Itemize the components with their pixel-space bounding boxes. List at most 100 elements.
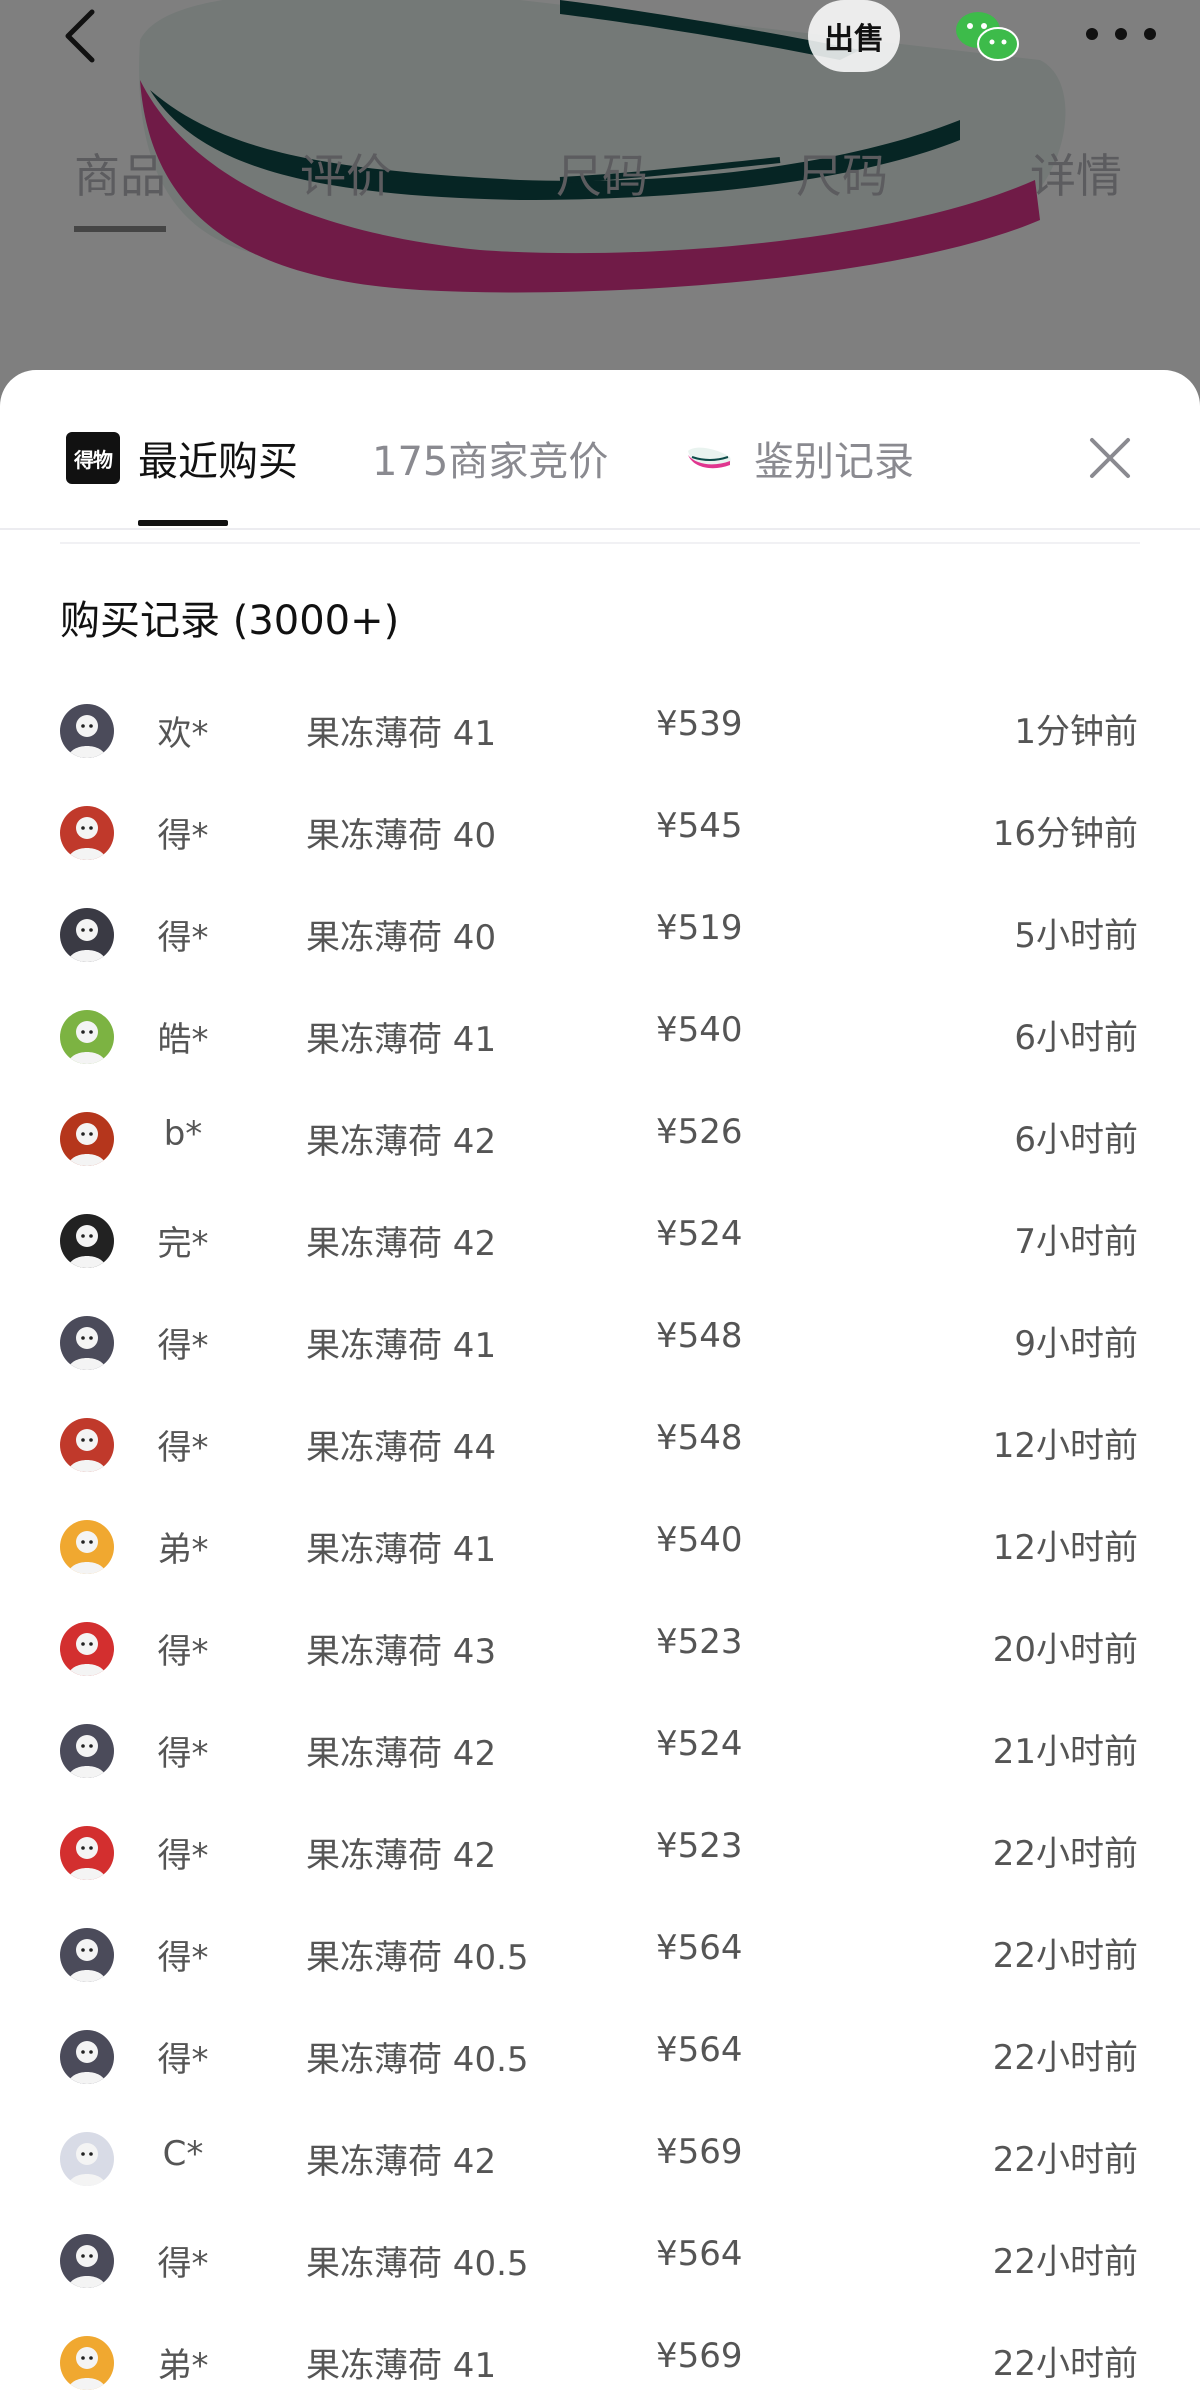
record-price: ¥548 xyxy=(656,1418,743,1458)
tab-merchant-bids-label: 175商家竞价 xyxy=(372,439,609,485)
record-time: 16分钟前 xyxy=(992,814,1138,854)
user-avatar xyxy=(60,704,114,758)
purchase-record-row: C* 果冻薄荷 42 ¥569 22小时前 xyxy=(30,2108,1170,2210)
record-price: ¥540 xyxy=(656,1520,743,1560)
record-spec: 果冻薄荷 41 xyxy=(306,1326,497,1366)
more-options-icon[interactable] xyxy=(1086,28,1156,42)
purchase-record-row: 皓* 果冻薄荷 41 ¥540 6小时前 xyxy=(30,986,1170,1088)
purchase-record-row: 得* 果冻薄荷 41 ¥548 9小时前 xyxy=(30,1292,1170,1394)
record-spec: 果冻薄荷 40.5 xyxy=(306,1938,529,1978)
tab-authentication-records[interactable]: 鉴别记录 xyxy=(684,428,914,488)
record-username: 得* xyxy=(157,1428,209,1468)
record-price: ¥524 xyxy=(656,1724,743,1764)
purchase-record-row: 完* 果冻薄荷 42 ¥524 7小时前 xyxy=(30,1190,1170,1292)
record-username: 弟* xyxy=(157,1530,209,1570)
purchase-record-row: 得* 果冻薄荷 42 ¥524 21小时前 xyxy=(30,1700,1170,1802)
record-time: 5小时前 xyxy=(1014,916,1138,956)
record-time: 7小时前 xyxy=(1014,1222,1138,1262)
record-username: 得* xyxy=(157,918,209,958)
purchase-record-row: b* 果冻薄荷 42 ¥526 6小时前 xyxy=(30,1088,1170,1190)
record-spec: 果冻薄荷 40 xyxy=(306,918,497,958)
record-username: 得* xyxy=(157,1836,209,1876)
record-price: ¥526 xyxy=(656,1112,743,1152)
record-price: ¥564 xyxy=(656,2234,743,2274)
user-avatar xyxy=(60,1418,114,1472)
record-username: 得* xyxy=(157,1734,209,1774)
tab-merchant-bids[interactable]: 175商家竞价 xyxy=(372,428,608,488)
user-avatar xyxy=(60,1826,114,1880)
user-avatar xyxy=(60,1622,114,1676)
record-time: 6小时前 xyxy=(1014,1120,1138,1160)
user-avatar xyxy=(60,1724,114,1778)
record-username: 欢* xyxy=(157,714,209,754)
product-page-background: 商品 评价 尺码 尺码 详情 出售 xyxy=(0,0,1200,420)
record-time: 1分钟前 xyxy=(1014,712,1138,752)
record-username: 得* xyxy=(157,2040,209,2080)
user-avatar xyxy=(60,806,114,860)
sheet-tab-bar: 得物 最近购买 175商家竞价 鉴别记录 xyxy=(0,370,1200,530)
tab-recent-purchases[interactable]: 得物 最近购买 xyxy=(66,428,298,488)
record-username: 弟* xyxy=(157,2346,209,2386)
record-username: b* xyxy=(163,1114,203,1154)
record-price: ¥564 xyxy=(656,1928,743,1968)
record-username: 完* xyxy=(157,1224,209,1264)
record-time: 22小时前 xyxy=(992,2038,1138,2078)
record-time: 22小时前 xyxy=(992,2140,1138,2180)
record-time: 22小时前 xyxy=(992,1834,1138,1874)
record-time: 20小时前 xyxy=(992,1630,1138,1670)
record-price: ¥523 xyxy=(656,1826,743,1866)
user-avatar xyxy=(60,1112,114,1166)
record-spec: 果冻薄荷 41 xyxy=(306,1530,497,1570)
purchase-record-row: 得* 果冻薄荷 44 ¥548 12小时前 xyxy=(30,1394,1170,1496)
record-spec: 果冻薄荷 40.5 xyxy=(306,2244,529,2284)
record-spec: 果冻薄荷 42 xyxy=(306,1224,497,1264)
record-spec: 果冻薄荷 44 xyxy=(306,1428,497,1468)
purchase-record-row: 得* 果冻薄荷 43 ¥523 20小时前 xyxy=(30,1598,1170,1700)
record-spec: 果冻薄荷 41 xyxy=(306,714,497,754)
active-tab-indicator xyxy=(138,520,228,526)
purchase-record-row: 得* 果冻薄荷 40.5 ¥564 22小时前 xyxy=(30,1904,1170,2006)
close-icon[interactable] xyxy=(1086,434,1134,482)
record-spec: 果冻薄荷 40.5 xyxy=(306,2040,529,2080)
record-time: 22小时前 xyxy=(992,2242,1138,2282)
record-spec: 果冻薄荷 41 xyxy=(306,1020,497,1060)
record-time: 6小时前 xyxy=(1014,1018,1138,1058)
user-avatar xyxy=(60,1928,114,1982)
record-spec: 果冻薄荷 42 xyxy=(306,1734,497,1774)
user-avatar xyxy=(60,908,114,962)
purchase-record-row: 弟* 果冻薄荷 41 ¥540 12小时前 xyxy=(30,1496,1170,1598)
purchase-record-row: 得* 果冻薄荷 40.5 ¥564 22小时前 xyxy=(30,2210,1170,2312)
dewu-logo-icon: 得物 xyxy=(66,432,120,484)
record-price: ¥564 xyxy=(656,2030,743,2070)
sell-button-label: 出售 xyxy=(824,22,884,57)
record-time: 9小时前 xyxy=(1014,1324,1138,1364)
user-avatar xyxy=(60,1520,114,1574)
wechat-icon[interactable] xyxy=(950,6,1022,66)
purchase-record-list[interactable]: 欢* 果冻薄荷 41 ¥539 1分钟前 得* 果冻薄荷 40 ¥545 16分钟前 得* 果冻薄… xyxy=(30,680,1170,2394)
sneaker-thumbnail-icon xyxy=(688,447,731,469)
record-spec: 果冻薄荷 42 xyxy=(306,1122,497,1162)
record-price: ¥569 xyxy=(656,2336,743,2376)
purchase-history-sheet: 得物 最近购买 175商家竞价 鉴别记录 购买记录 (3000+) 欢* 果冻薄… xyxy=(0,370,1200,2394)
record-price: ¥524 xyxy=(656,1214,743,1254)
record-spec: 果冻薄荷 42 xyxy=(306,2142,497,2182)
record-time: 12小时前 xyxy=(992,1528,1138,1568)
record-price: ¥545 xyxy=(656,806,743,846)
purchase-record-row: 得* 果冻薄荷 40.5 ¥564 22小时前 xyxy=(30,2006,1170,2108)
record-price: ¥540 xyxy=(656,1010,743,1050)
back-arrow-icon[interactable] xyxy=(56,6,106,66)
record-spec: 果冻薄荷 40 xyxy=(306,816,497,856)
user-avatar xyxy=(60,2336,114,2390)
record-username: 皓* xyxy=(157,1020,209,1060)
record-price: ¥523 xyxy=(656,1622,743,1662)
record-username: 得* xyxy=(157,1326,209,1366)
record-spec: 果冻薄荷 42 xyxy=(306,1836,497,1876)
user-avatar xyxy=(60,1010,114,1064)
record-username: 得* xyxy=(157,1938,209,1978)
purchase-record-row: 得* 果冻薄荷 40 ¥545 16分钟前 xyxy=(30,782,1170,884)
purchase-record-row: 欢* 果冻薄荷 41 ¥539 1分钟前 xyxy=(30,680,1170,782)
record-spec: 果冻薄荷 43 xyxy=(306,1632,497,1672)
record-time: 22小时前 xyxy=(992,2344,1138,2384)
record-time: 21小时前 xyxy=(992,1732,1138,1772)
sell-button[interactable]: 出售 xyxy=(808,0,900,72)
